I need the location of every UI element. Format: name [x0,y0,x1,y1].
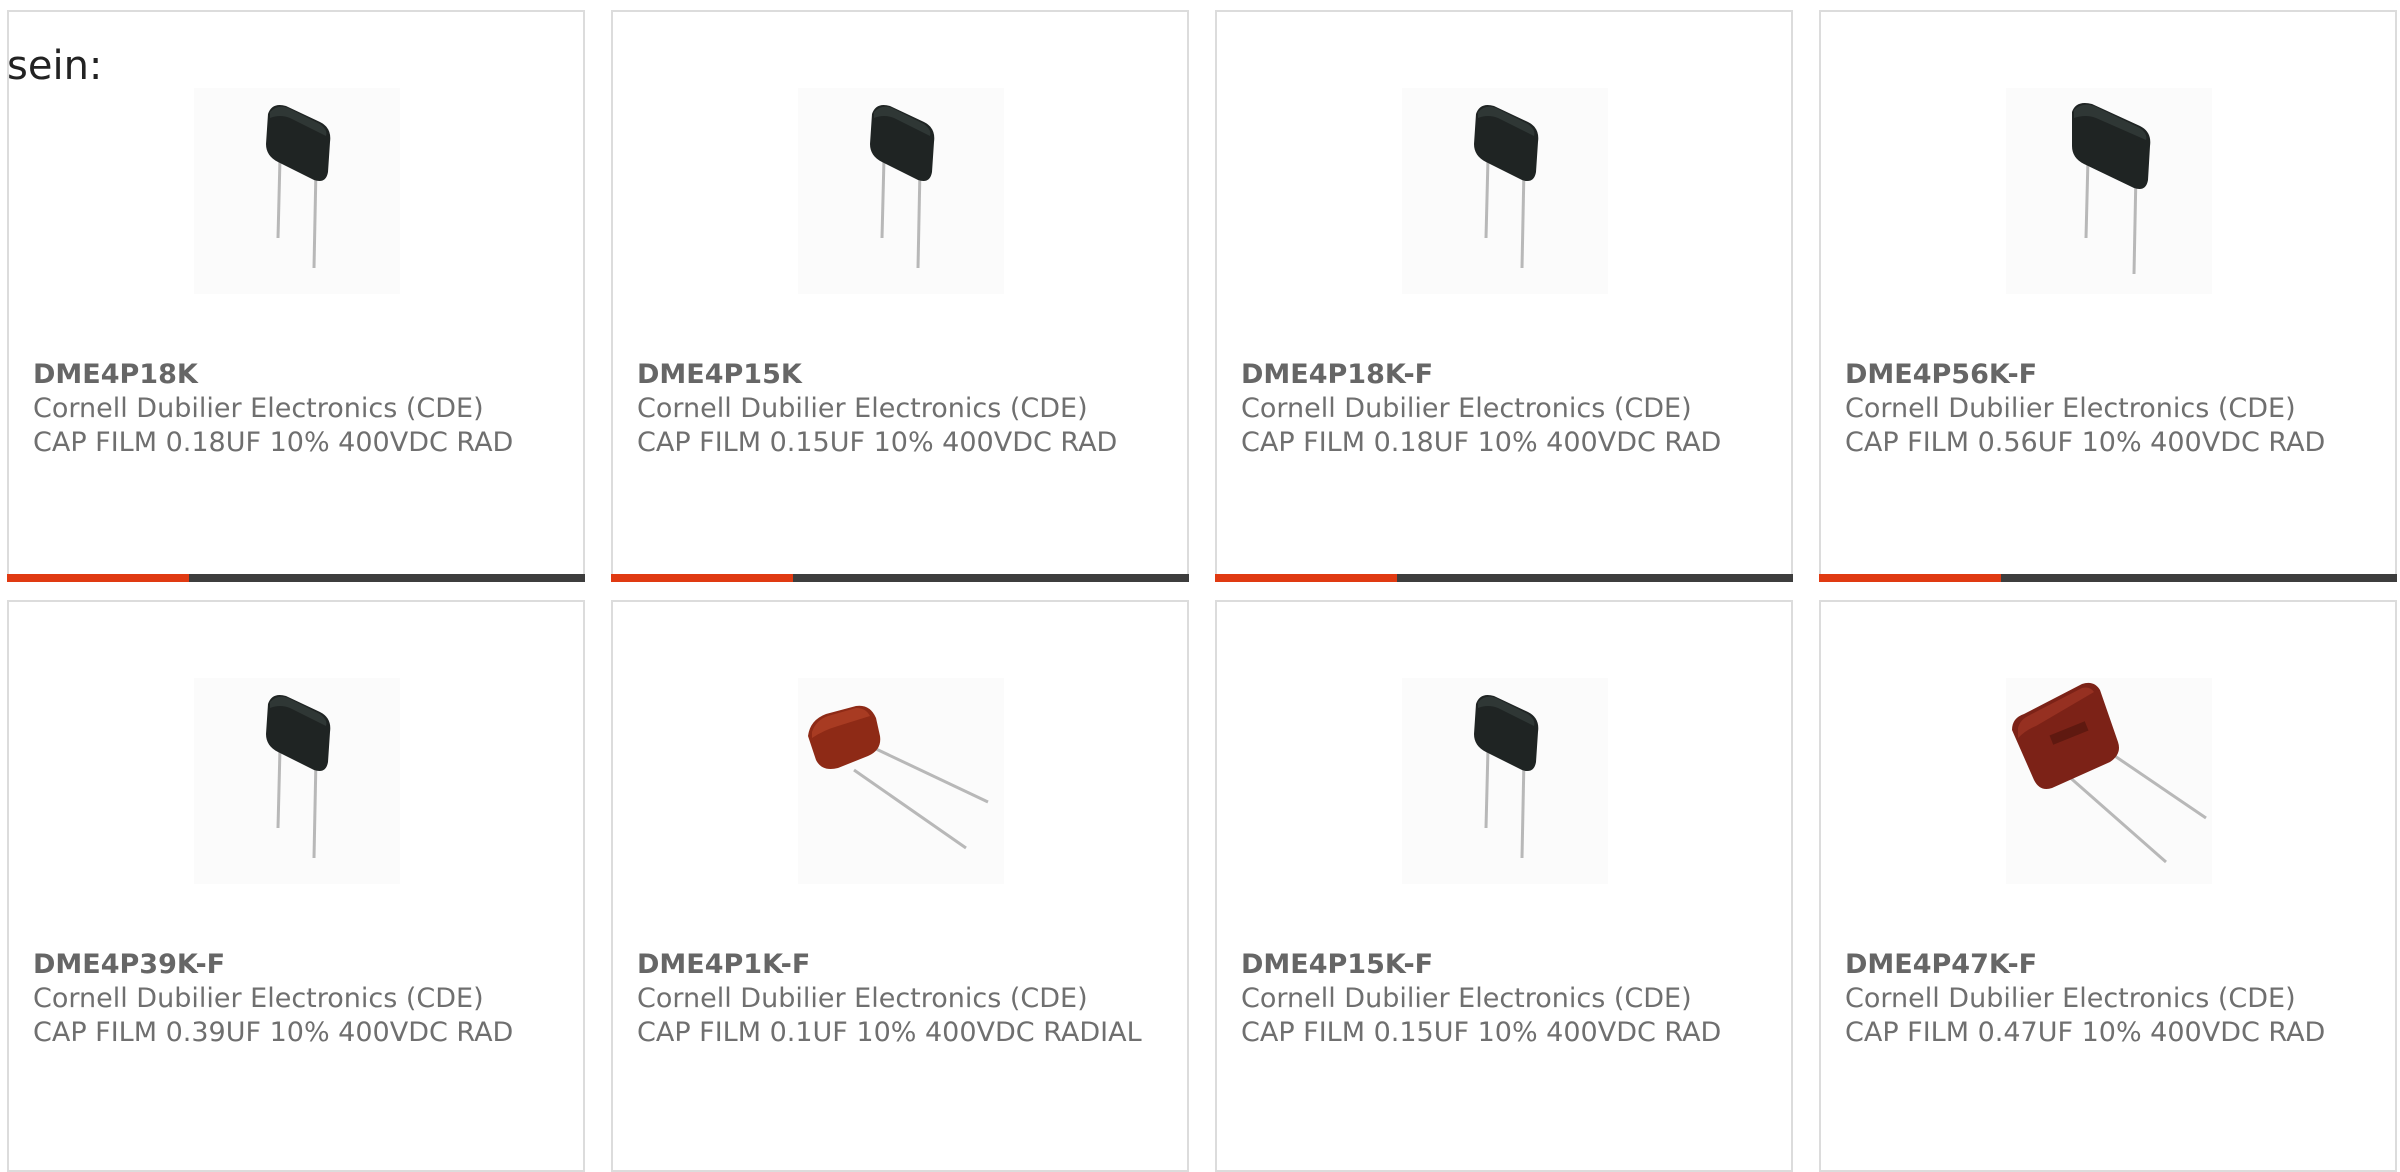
product-info: DME4P1K-F Cornell Dubilier Electronics (… [637,948,1177,1050]
product-image[interactable] [194,88,400,294]
part-number-link[interactable]: DME4P1K-F [637,948,1177,982]
product-info: DME4P39K-F Cornell Dubilier Electronics … [33,948,573,1050]
product-description: CAP FILM 0.15UF 10% 400VDC RAD [637,427,1118,458]
product-image[interactable] [2006,678,2212,884]
product-card[interactable]: DME4P15K-F Cornell Dubilier Electronics … [1215,600,1793,1172]
card-bottom-bar [611,574,1189,582]
product-card[interactable]: DME4P39K-F Cornell Dubilier Electronics … [7,600,585,1172]
product-image[interactable] [1402,88,1608,294]
product-card[interactable]: DME4P18K Cornell Dubilier Electronics (C… [7,10,585,582]
manufacturer-name: Cornell Dubilier Electronics (CDE) [1241,983,1692,1014]
product-info: DME4P56K-F Cornell Dubilier Electronics … [1845,358,2385,460]
manufacturer-name: Cornell Dubilier Electronics (CDE) [637,983,1088,1014]
product-info: DME4P18K Cornell Dubilier Electronics (C… [33,358,573,460]
product-grid: DME4P18K Cornell Dubilier Electronics (C… [0,0,2400,1172]
product-image[interactable] [1402,678,1608,884]
product-description: CAP FILM 0.18UF 10% 400VDC RAD [1241,427,1722,458]
black-film-capacitor-icon [266,105,331,269]
part-number-link[interactable]: DME4P56K-F [1845,358,2385,392]
part-number-link[interactable]: DME4P15K-F [1241,948,1781,982]
black-film-capacitor-icon [1474,695,1539,859]
black-film-capacitor-icon [2072,103,2151,275]
black-film-capacitor-icon [1474,105,1539,269]
card-accent-bar [7,574,189,582]
part-number-link[interactable]: DME4P18K [33,358,573,392]
manufacturer-name: Cornell Dubilier Electronics (CDE) [33,983,484,1014]
product-description: CAP FILM 0.18UF 10% 400VDC RAD [33,427,514,458]
manufacturer-name: Cornell Dubilier Electronics (CDE) [1241,393,1692,424]
product-card[interactable]: DME4P56K-F Cornell Dubilier Electronics … [1819,10,2397,582]
card-bottom-bar [1819,574,2397,582]
product-description: CAP FILM 0.39UF 10% 400VDC RAD [33,1017,514,1048]
product-info: DME4P47K-F Cornell Dubilier Electronics … [1845,948,2385,1050]
manufacturer-name: Cornell Dubilier Electronics (CDE) [637,393,1088,424]
product-info: DME4P18K-F Cornell Dubilier Electronics … [1241,358,1781,460]
card-accent-bar [1819,574,2001,582]
black-film-capacitor-icon [870,105,935,269]
product-description: CAP FILM 0.1UF 10% 400VDC RADIAL [637,1017,1142,1048]
red-film-capacitor-small-icon [808,705,989,850]
part-number-link[interactable]: DME4P39K-F [33,948,573,982]
manufacturer-name: Cornell Dubilier Electronics (CDE) [1845,393,2296,424]
manufacturer-name: Cornell Dubilier Electronics (CDE) [1845,983,2296,1014]
product-card[interactable]: DME4P18K-F Cornell Dubilier Electronics … [1215,10,1793,582]
product-image[interactable] [2006,88,2212,294]
product-card[interactable]: DME4P1K-F Cornell Dubilier Electronics (… [611,600,1189,1172]
product-card[interactable]: DME4P15K Cornell Dubilier Electronics (C… [611,10,1189,582]
manufacturer-name: Cornell Dubilier Electronics (CDE) [33,393,484,424]
part-number-link[interactable]: DME4P47K-F [1845,948,2385,982]
red-film-capacitor-large-icon [2012,682,2207,864]
product-info: DME4P15K-F Cornell Dubilier Electronics … [1241,948,1781,1050]
card-bottom-bar [7,574,585,582]
intro-text: sein: [7,43,103,89]
black-film-capacitor-icon [266,695,331,859]
product-image[interactable] [798,88,1004,294]
part-number-link[interactable]: DME4P18K-F [1241,358,1781,392]
product-info: DME4P15K Cornell Dubilier Electronics (C… [637,358,1177,460]
card-bottom-bar [1215,574,1793,582]
card-accent-bar [1215,574,1397,582]
product-image[interactable] [194,678,400,884]
part-number-link[interactable]: DME4P15K [637,358,1177,392]
card-accent-bar [611,574,793,582]
product-description: CAP FILM 0.15UF 10% 400VDC RAD [1241,1017,1722,1048]
product-card[interactable]: DME4P47K-F Cornell Dubilier Electronics … [1819,600,2397,1172]
product-description: CAP FILM 0.56UF 10% 400VDC RAD [1845,427,2326,458]
product-description: CAP FILM 0.47UF 10% 400VDC RAD [1845,1017,2326,1048]
product-image[interactable] [798,678,1004,884]
